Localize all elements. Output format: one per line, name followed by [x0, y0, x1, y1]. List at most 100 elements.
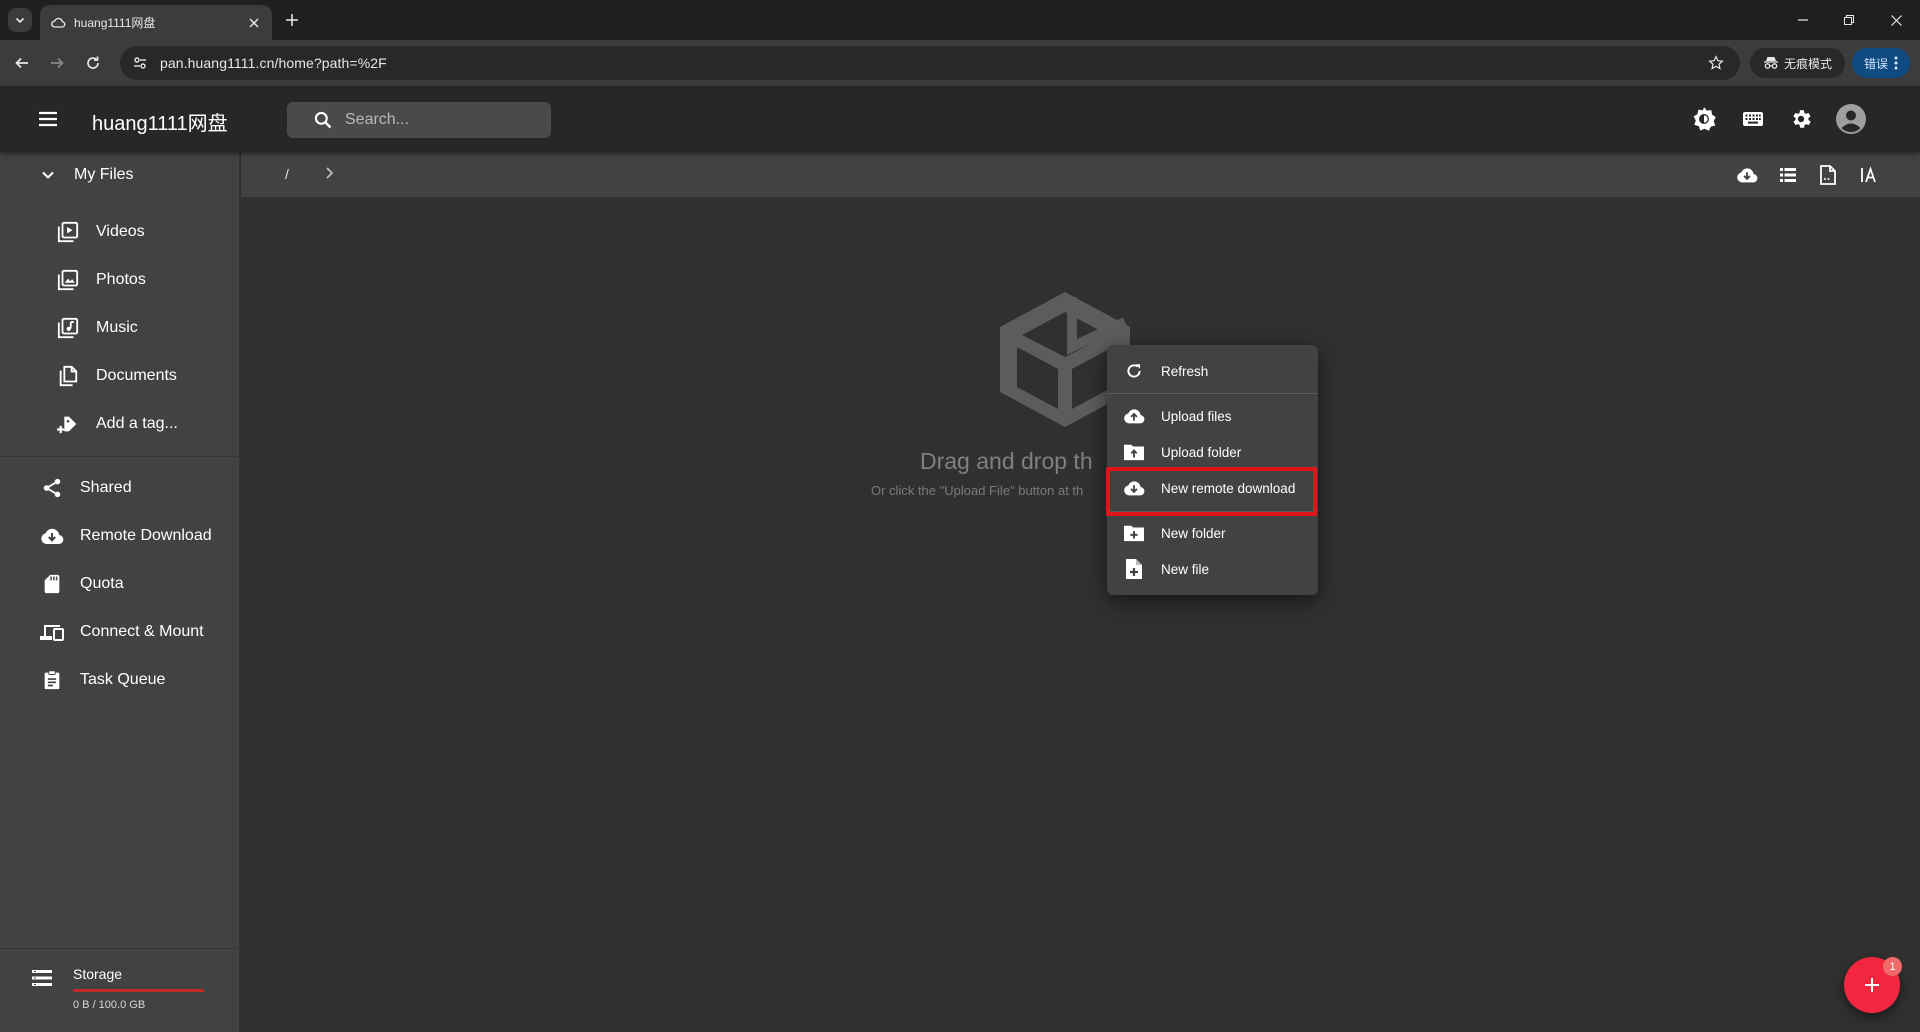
sidebar-item-add-tag[interactable]: Add a tag... — [0, 400, 240, 448]
file-details-icon — [1820, 165, 1836, 185]
file-info-button[interactable] — [1816, 163, 1840, 187]
cloud-icon — [50, 15, 66, 31]
file-add-icon — [1123, 558, 1145, 580]
cloud-upload-icon — [1123, 405, 1145, 427]
menu-item-label: Upload files — [1161, 408, 1232, 424]
tab-title: huang1111网盘 — [74, 16, 156, 30]
restore-icon — [1844, 15, 1854, 25]
browser-tab[interactable]: huang1111网盘 — [40, 5, 272, 40]
menu-item-new-file[interactable]: New file — [1107, 551, 1318, 587]
list-view-icon — [1780, 168, 1796, 182]
folder-add-icon — [1123, 522, 1145, 544]
app-header: huang1111网盘 — [0, 86, 1920, 152]
menu-item-new-folder[interactable]: New folder — [1107, 515, 1318, 551]
sidebar-item-connect-mount[interactable]: Connect & Mount — [0, 608, 240, 656]
sidebar-item-label: Remote Download — [80, 527, 212, 544]
sidebar-item-label: Connect & Mount — [80, 623, 204, 640]
view-mode-button[interactable] — [1776, 163, 1800, 187]
app-title[interactable]: huang1111网盘 — [92, 107, 228, 136]
sidebar-my-files[interactable]: My Files — [0, 152, 240, 198]
gear-icon — [1793, 110, 1811, 128]
minimize-button[interactable] — [1780, 6, 1826, 34]
documents-icon — [54, 362, 82, 390]
chevron-down-icon — [40, 167, 56, 183]
cloud-download-icon — [1123, 477, 1145, 499]
menu-divider — [1107, 511, 1318, 512]
address-bar[interactable]: pan.huang1111.cn/home?path=%2F — [120, 46, 1740, 80]
sort-alpha-icon — [1861, 166, 1876, 183]
error-menu-button[interactable]: 错误 — [1852, 48, 1910, 78]
sidebar-item-remote-download[interactable]: Remote Download — [0, 512, 240, 560]
sidebar-item-label: Music — [96, 319, 138, 336]
theme-toggle-button[interactable] — [1690, 105, 1718, 133]
hamburger-menu-button[interactable] — [34, 107, 62, 131]
breadcrumb-chevron-right-icon[interactable] — [321, 165, 337, 181]
search-input[interactable] — [345, 111, 545, 129]
sidebar-item-label: Task Queue — [80, 671, 166, 688]
close-window-button[interactable] — [1873, 6, 1919, 34]
close-icon — [1890, 14, 1902, 26]
sidebar-item-photos[interactable]: Photos — [0, 256, 240, 304]
menu-item-upload-files[interactable]: Upload files — [1107, 398, 1318, 434]
restore-button[interactable] — [1826, 6, 1872, 34]
sort-button[interactable] — [1857, 163, 1881, 187]
kebab-menu-icon — [1894, 56, 1898, 70]
sidebar-item-task-queue[interactable]: Task Queue — [0, 656, 240, 704]
photo-icon — [54, 266, 82, 294]
sidebar-item-videos[interactable]: Videos — [0, 208, 240, 256]
error-label: 错误 — [1863, 56, 1888, 71]
share-icon — [38, 474, 66, 502]
chevron-down-icon — [15, 17, 25, 24]
browser-toolbar: pan.huang1111.cn/home?path=%2F 无痕模式 错误 — [0, 40, 1920, 86]
incognito-indicator[interactable]: 无痕模式 — [1750, 48, 1845, 78]
sidebar-divider — [0, 456, 240, 457]
tag-add-icon — [54, 410, 82, 438]
menu-item-upload-folder[interactable]: Upload folder — [1107, 434, 1318, 470]
sidebar-item-label: Add a tag... — [96, 415, 178, 432]
keyboard-button[interactable] — [1739, 105, 1767, 133]
tab-close-icon[interactable] — [246, 15, 262, 31]
arrow-right-icon — [51, 57, 64, 69]
context-menu: Refresh Upload files Upload folder New r… — [1107, 345, 1318, 595]
cloud-download-icon — [1737, 168, 1758, 183]
music-icon — [54, 314, 82, 342]
user-avatar-button[interactable] — [1835, 103, 1867, 135]
settings-button[interactable] — [1787, 105, 1815, 133]
remote-download-toolbar-button[interactable] — [1735, 163, 1759, 187]
brightness-icon — [1693, 107, 1716, 131]
storage-icon — [32, 969, 52, 987]
bookmark-star-icon[interactable] — [1708, 55, 1724, 71]
search-box[interactable] — [287, 102, 551, 138]
search-icon — [313, 110, 333, 130]
tab-search-button[interactable] — [8, 8, 32, 32]
sidebar-item-shared[interactable]: Shared — [0, 464, 240, 512]
storage-progress-bar — [73, 989, 204, 992]
sidebar-item-label: Quota — [80, 575, 124, 592]
incognito-icon — [1763, 56, 1779, 70]
storage-title: Storage — [73, 966, 123, 982]
storage-used-text: 0 B / 100.0 GB — [73, 999, 146, 1011]
devices-icon — [38, 618, 66, 646]
sidebar-item-label: Videos — [96, 223, 145, 240]
sidebar-item-quota[interactable]: Quota — [0, 560, 240, 608]
incognito-label: 无痕模式 — [1783, 56, 1832, 71]
menu-item-refresh[interactable]: Refresh — [1107, 353, 1318, 389]
arrow-left-icon — [15, 57, 28, 69]
plus-icon — [1865, 978, 1879, 992]
sidebar-my-files-label: My Files — [74, 166, 134, 183]
reload-button[interactable] — [81, 51, 105, 75]
menu-item-label: New remote download — [1161, 480, 1296, 496]
forward-button[interactable] — [45, 51, 69, 75]
sidebar-item-music[interactable]: Music — [0, 304, 240, 352]
breadcrumb-root[interactable]: / — [285, 166, 289, 182]
menu-item-label: Refresh — [1161, 363, 1209, 379]
plus-icon — [286, 14, 298, 26]
new-tab-button[interactable] — [280, 9, 304, 31]
storage-summary[interactable]: Storage 0 B / 100.0 GB — [0, 949, 240, 1032]
browser-tab-bar: huang1111网盘 — [0, 0, 1920, 40]
site-settings-icon[interactable] — [132, 55, 148, 71]
menu-item-new-remote-download[interactable]: New remote download — [1107, 470, 1318, 506]
sidebar-item-documents[interactable]: Documents — [0, 352, 240, 400]
back-button[interactable] — [10, 51, 34, 75]
sidebar-item-label: Photos — [96, 271, 146, 288]
